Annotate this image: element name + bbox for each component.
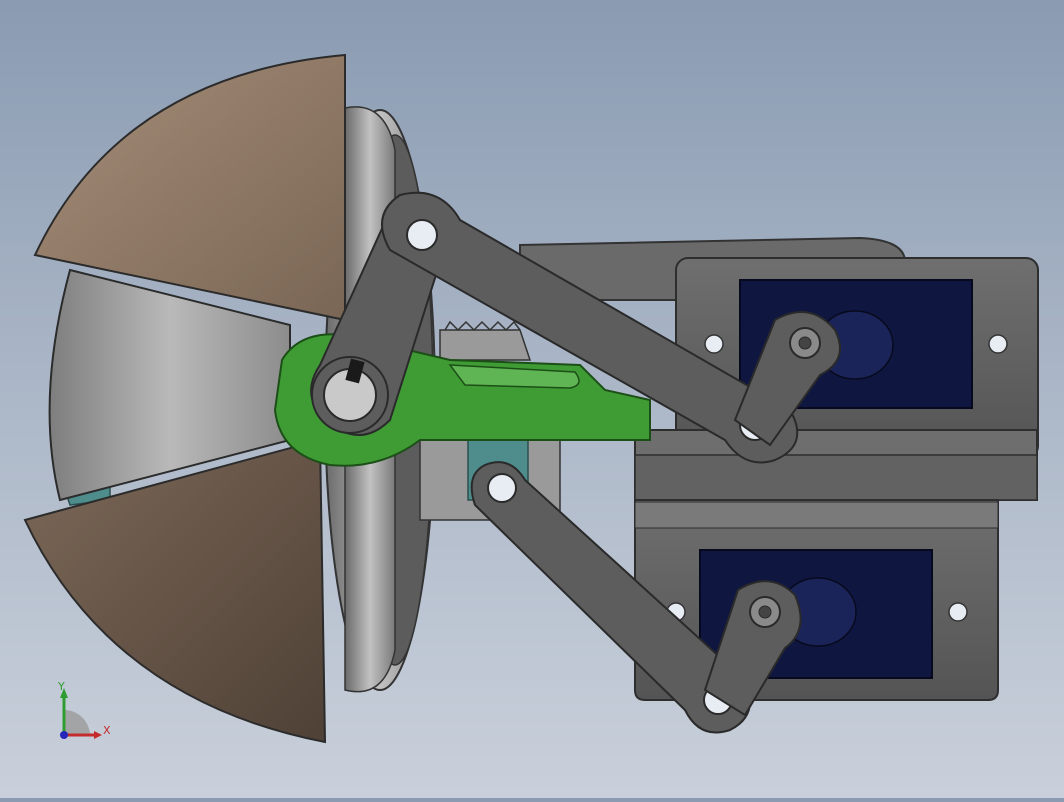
z-axis-dot xyxy=(60,731,68,739)
model-canvas[interactable]: Y X xyxy=(0,0,1064,798)
bracket-shelf[interactable] xyxy=(634,429,1038,501)
y-axis-label: Y xyxy=(57,680,65,693)
cad-3d-viewport[interactable]: Y X xyxy=(0,0,1064,798)
gear[interactable] xyxy=(439,320,532,361)
x-axis-label: X xyxy=(103,724,111,737)
axis-triad: Y X xyxy=(57,680,111,739)
